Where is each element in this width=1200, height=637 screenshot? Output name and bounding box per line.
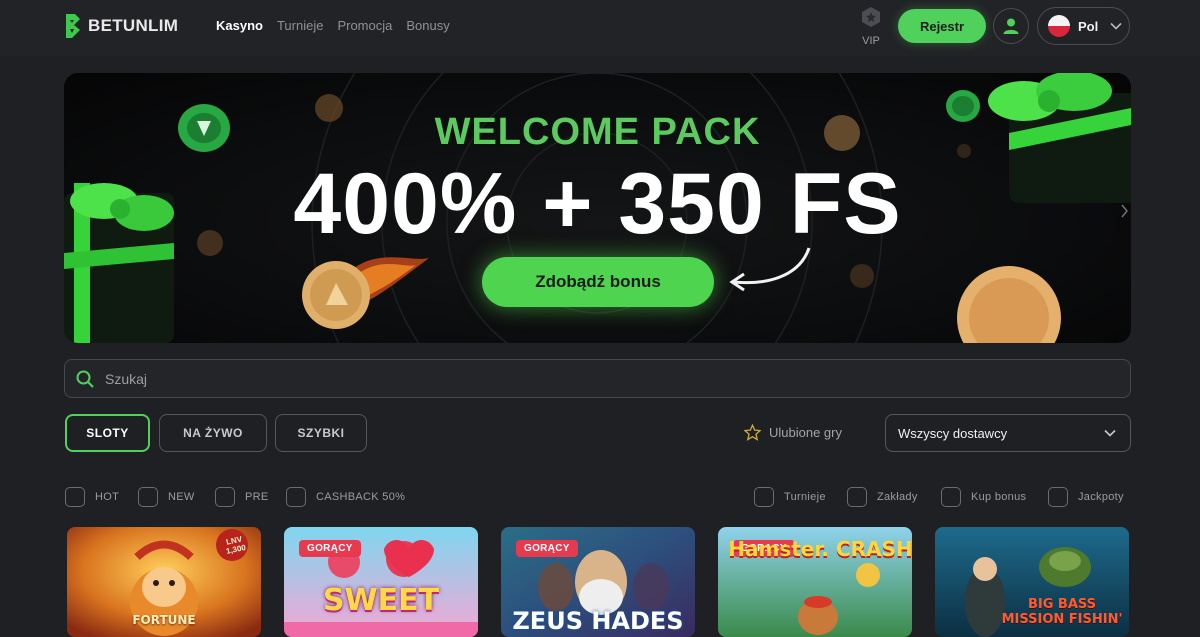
vip-label: VIP xyxy=(862,35,880,47)
filter-label: NEW xyxy=(168,491,195,503)
hot-badge: GORĄCY xyxy=(516,540,578,557)
blurred-coin-icon xyxy=(850,264,874,288)
filter-cashback[interactable]: CASHBACK 50% xyxy=(286,487,405,507)
register-button[interactable]: Rejestr xyxy=(898,9,986,43)
filter-turnieje[interactable]: Turnieje xyxy=(754,487,826,507)
chevron-down-icon xyxy=(1110,22,1122,30)
checkbox[interactable] xyxy=(847,487,867,507)
tab-sloty[interactable]: SLOTY xyxy=(65,414,150,452)
filter-label: Zakłady xyxy=(877,491,918,503)
provider-select[interactable]: Wszyscy dostawcy xyxy=(885,414,1131,452)
logo-mark-icon xyxy=(66,14,80,38)
banner-kicker: WELCOME PACK xyxy=(434,111,761,153)
checkbox[interactable] xyxy=(138,487,158,507)
filter-label: Jackpoty xyxy=(1078,491,1124,503)
filter-zaklady[interactable]: Zakłady xyxy=(847,487,918,507)
filter-hot[interactable]: HOT xyxy=(65,487,119,507)
filter-label: Turnieje xyxy=(784,491,826,503)
checkbox[interactable] xyxy=(286,487,306,507)
gold-coin-icon xyxy=(957,266,1061,343)
filter-new[interactable]: NEW xyxy=(138,487,195,507)
nav-turnieje[interactable]: Turnieje xyxy=(277,18,323,33)
brand-name: BETUNLIM xyxy=(88,16,179,35)
game-search[interactable] xyxy=(64,359,1131,398)
filter-label: CASHBACK 50% xyxy=(316,491,406,503)
language-label: Pol xyxy=(1078,18,1099,34)
vip-link[interactable]: VIP xyxy=(856,6,886,47)
main-nav: Kasyno Turnieje Promocja Bonusy xyxy=(216,18,450,33)
filter-kup-bonus[interactable]: Kup bonus xyxy=(941,487,1026,507)
flaming-coin-icon xyxy=(302,257,429,329)
tab-szybki[interactable]: SZYBKI xyxy=(275,414,367,452)
favorites-label: Ulubione gry xyxy=(769,425,842,440)
search-icon xyxy=(76,370,94,388)
tab-na-zywo[interactable]: NA ŻYWO xyxy=(159,414,267,452)
checkbox[interactable] xyxy=(754,487,774,507)
game-title: ZEUS HADES xyxy=(512,607,684,635)
language-selector[interactable]: Pol xyxy=(1037,7,1130,45)
vip-badge-icon xyxy=(862,7,880,27)
hot-badge: GORĄCY xyxy=(299,540,361,557)
star-icon xyxy=(744,424,761,441)
brand-logo[interactable]: BETUNLIM xyxy=(64,12,178,40)
filter-pre[interactable]: PRE xyxy=(215,487,269,507)
poland-flag-icon xyxy=(1048,15,1070,37)
search-input[interactable] xyxy=(103,369,1087,388)
game-card-hamster-crash[interactable]: GORĄCY Hamster. CRASH! xyxy=(718,527,912,637)
filter-label: PRE xyxy=(245,491,269,503)
filter-label: HOT xyxy=(95,491,120,503)
game-card-big-bass[interactable]: BIG BASS MISSION FISHIN' xyxy=(935,527,1129,637)
game-title: SWEET xyxy=(322,583,440,618)
game-title: FORTUNE xyxy=(132,613,196,627)
favorites-link[interactable]: Ulubione gry xyxy=(744,424,842,441)
checkbox[interactable] xyxy=(215,487,235,507)
game-card-sweet[interactable]: GORĄCY SWEET xyxy=(284,527,478,637)
game-card-zeus-hades[interactable]: GORĄCY ZEUS HADES xyxy=(501,527,695,637)
user-account-button[interactable] xyxy=(993,8,1029,44)
nav-kasyno[interactable]: Kasyno xyxy=(216,18,263,33)
game-card-fortune[interactable]: LNV 1,300 FORTUNE xyxy=(67,527,261,637)
claim-bonus-button[interactable]: Zdobądź bonus xyxy=(482,257,714,307)
nav-promocja[interactable]: Promocja xyxy=(337,18,392,33)
game-title: Hamster. CRASH! xyxy=(728,537,912,561)
user-icon xyxy=(1003,18,1019,34)
nav-bonusy[interactable]: Bonusy xyxy=(406,18,449,33)
checkbox[interactable] xyxy=(1048,487,1068,507)
checkbox[interactable] xyxy=(941,487,961,507)
game-title: BIG BASS MISSION FISHIN' xyxy=(1001,597,1123,627)
filter-jackpoty[interactable]: Jackpoty xyxy=(1048,487,1124,507)
welcome-banner[interactable]: WELCOME PACK 400% + 350 FS Zdobądź bonus xyxy=(64,73,1131,343)
filter-label: Kup bonus xyxy=(971,491,1027,503)
chevron-down-icon xyxy=(1104,429,1116,437)
provider-select-value: Wszyscy dostawcy xyxy=(898,425,1008,441)
checkbox[interactable] xyxy=(65,487,85,507)
top-header: BETUNLIM Kasyno Turnieje Promocja Bonusy… xyxy=(0,0,1200,56)
banner-headline: 400% + 350 FS xyxy=(293,156,902,252)
